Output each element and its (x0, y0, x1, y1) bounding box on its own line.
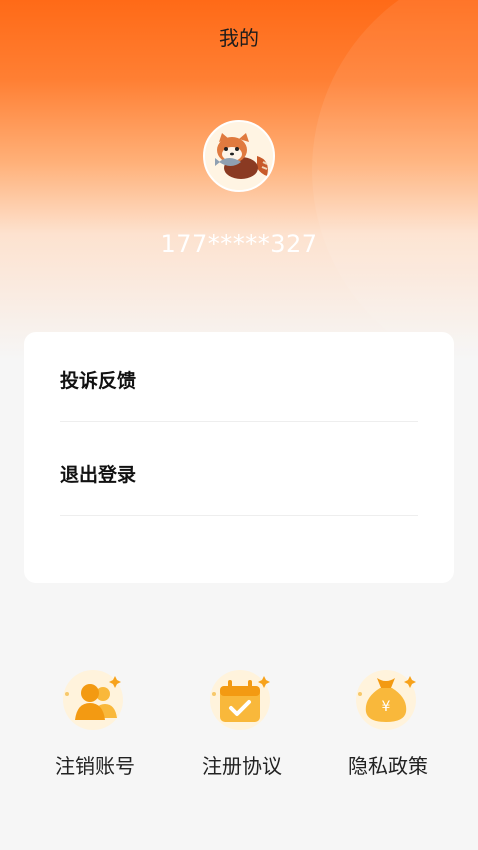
menu-item-complaint-feedback[interactable]: 投诉反馈 (60, 332, 418, 426)
shortcut-label: 注册协议 (202, 754, 282, 778)
red-panda-avatar-icon (205, 122, 273, 190)
page-title: 我的 (219, 26, 259, 50)
users-icon (63, 670, 123, 730)
shortcut-grid: 注销账号 注册协议 ¥ 隐私政策 (0, 664, 478, 784)
shortcut-privacy-policy[interactable]: ¥ 隐私政策 (323, 664, 453, 784)
menu-card: 投诉反馈 退出登录 (24, 332, 454, 583)
divider (60, 421, 418, 422)
phone-number: 177*****327 (160, 230, 318, 258)
svg-text:¥: ¥ (382, 699, 391, 715)
shortcut-delete-account[interactable]: 注销账号 (30, 664, 160, 784)
menu-item-logout[interactable]: 退出登录 (60, 426, 418, 520)
menu-item-label: 投诉反馈 (60, 369, 137, 392)
avatar[interactable] (203, 120, 275, 192)
menu-item-label: 退出登录 (60, 463, 137, 486)
profile-screen: 我的 177*****327 投诉反馈 退出登录 注销账号 注册协议 ¥ 隐私政… (0, 0, 478, 850)
calendar-check-icon (210, 670, 270, 730)
divider (60, 515, 418, 516)
shortcut-registration-agreement[interactable]: 注册协议 (177, 664, 307, 784)
shortcut-label: 注销账号 (55, 754, 135, 778)
money-bag-icon: ¥ (356, 670, 416, 730)
shortcut-label: 隐私政策 (348, 754, 428, 778)
